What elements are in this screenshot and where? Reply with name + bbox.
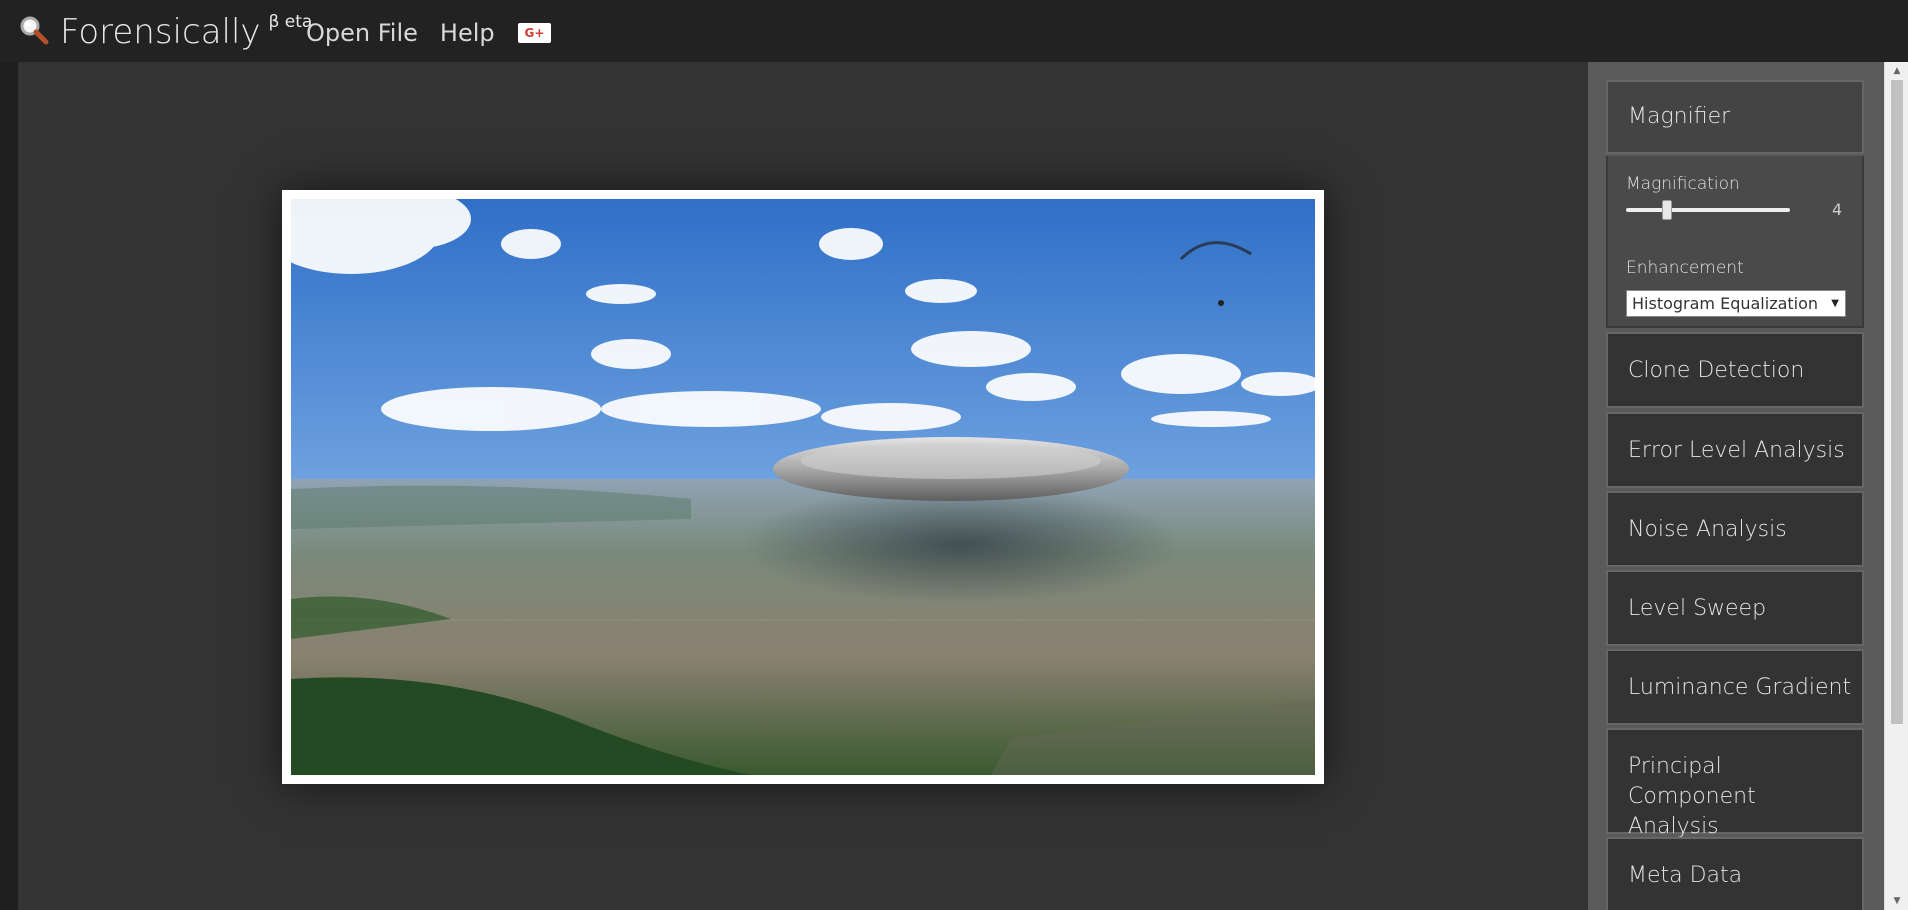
image-workspace[interactable] <box>18 62 1588 910</box>
chevron-down-icon: ▼ <box>1831 298 1839 309</box>
image-frame <box>282 190 1324 784</box>
enhancement-select-value: Histogram Equalization <box>1632 294 1819 313</box>
tools-sidebar: Magnifier Magnification 4 Enhancement Hi… <box>1588 62 1884 910</box>
scroll-up-arrow-icon[interactable]: ▲ <box>1885 62 1908 80</box>
analyzed-image[interactable] <box>291 199 1315 775</box>
tool-label: Level Sweep <box>1628 596 1767 621</box>
scrollbar-thumb[interactable] <box>1891 80 1903 724</box>
tool-principal-component-analysis[interactable]: Principal Component Analysis <box>1606 728 1864 839</box>
magnification-value: 4 <box>1832 200 1843 219</box>
tool-label: Meta Data <box>1628 863 1743 888</box>
google-plus-button[interactable]: G+ <box>518 23 551 43</box>
magnification-label: Magnification <box>1626 174 1740 194</box>
tool-level-sweep[interactable]: Level Sweep <box>1606 570 1864 646</box>
tool-error-level-analysis[interactable]: Error Level Analysis <box>1606 412 1864 488</box>
open-file-link[interactable]: Open File <box>306 19 418 47</box>
magnifier-title: Magnifier <box>1628 104 1731 129</box>
brand: Forensically β eta <box>18 12 312 52</box>
tool-meta-data[interactable]: Meta Data <box>1606 837 1864 910</box>
scroll-down-arrow-icon[interactable]: ▼ <box>1885 892 1908 910</box>
top-bar: Forensically β eta Open File Help G+ <box>0 0 1908 62</box>
sidebar-scrollbar[interactable]: ▲ ▼ <box>1884 62 1908 910</box>
app-title: Forensically <box>60 12 261 52</box>
tool-label: Luminance Gradient <box>1628 675 1852 700</box>
tool-label: Clone Detection <box>1628 358 1805 383</box>
tool-noise-analysis[interactable]: Noise Analysis <box>1606 491 1864 567</box>
main-nav: Open File Help <box>306 19 495 47</box>
magnifier-settings: Magnification 4 Enhancement Histogram Eq… <box>1606 156 1864 328</box>
magnifier-panel-header[interactable]: Magnifier <box>1606 80 1864 154</box>
magnifier-logo-icon <box>18 14 50 46</box>
tool-label: Error Level Analysis <box>1628 438 1845 463</box>
help-link[interactable]: Help <box>440 19 495 47</box>
magnification-slider-thumb[interactable] <box>1662 200 1672 220</box>
enhancement-label: Enhancement <box>1626 258 1744 278</box>
magnification-slider-track[interactable] <box>1626 208 1790 212</box>
tool-label: Principal Component Analysis <box>1628 754 1756 839</box>
enhancement-select[interactable]: Histogram Equalization ▼ <box>1626 290 1846 317</box>
tool-clone-detection[interactable]: Clone Detection <box>1606 332 1864 408</box>
tool-label: Noise Analysis <box>1628 517 1787 542</box>
tool-luminance-gradient[interactable]: Luminance Gradient <box>1606 649 1864 725</box>
